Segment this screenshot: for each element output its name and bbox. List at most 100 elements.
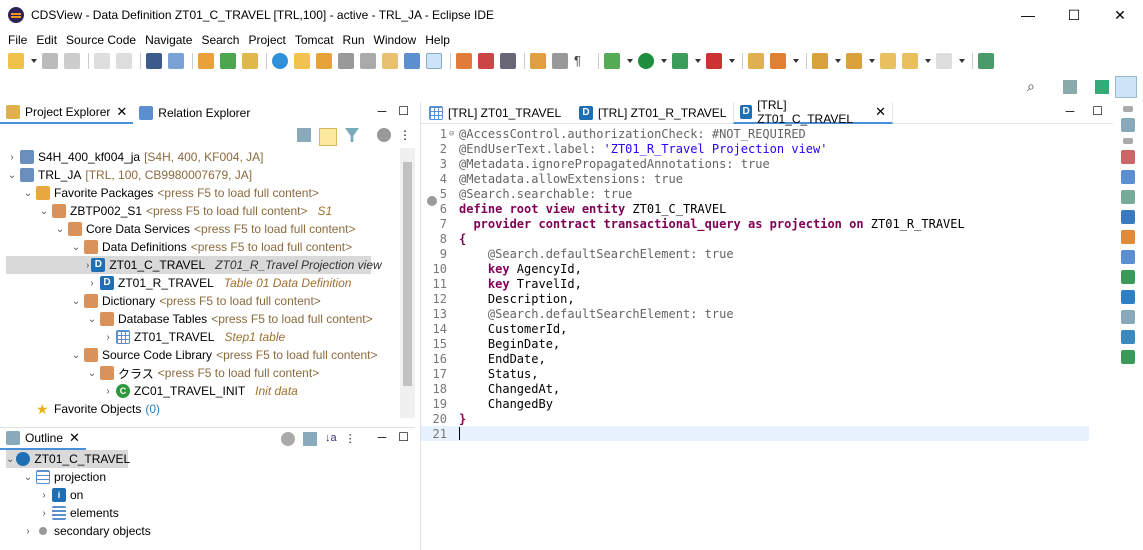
run-icon[interactable] bbox=[638, 53, 654, 69]
tree-row-cds[interactable]: ⌄ Core Data Services <press F5 to load fu… bbox=[6, 220, 399, 238]
explorer-scrollbar[interactable] bbox=[400, 148, 415, 418]
unit-test-icon[interactable] bbox=[1121, 290, 1135, 304]
outline-row-on[interactable]: › i on bbox=[6, 486, 415, 504]
outline-row-root[interactable]: ⌄ ZT01_C_TRAVEL bbox=[6, 450, 130, 468]
book-icon[interactable] bbox=[1121, 210, 1135, 224]
debug-icon[interactable] bbox=[604, 53, 620, 69]
undo-icon[interactable] bbox=[94, 53, 110, 69]
chevron-down-icon[interactable]: ⌄ bbox=[70, 350, 82, 361]
run-dropdown-icon[interactable] bbox=[660, 53, 668, 69]
tab-relation-explorer[interactable]: Relation Explorer bbox=[133, 102, 256, 124]
chevron-right-icon[interactable]: › bbox=[38, 508, 50, 519]
save-icon[interactable] bbox=[42, 53, 58, 69]
sort-icon[interactable]: ↓a bbox=[325, 432, 337, 446]
tree-row-ddl-c-travel[interactable]: › D ZT01_C_TRAVEL ZT01_R_Travel Projectio… bbox=[6, 256, 382, 274]
minimize-button[interactable]: — bbox=[1005, 0, 1051, 30]
code-editor[interactable]: 1 ⊖ @AccessControl.authorizationCheck: #NO… bbox=[421, 126, 1113, 441]
chevron-down-icon[interactable]: ⌄ bbox=[38, 206, 50, 217]
tree-row-data-definitions[interactable]: ⌄ Data Definitions <press F5 to load full… bbox=[6, 238, 399, 256]
prev-annotation-dropdown-icon[interactable] bbox=[868, 53, 876, 69]
tab-outline[interactable]: Outline ✕ bbox=[0, 428, 86, 450]
pilcrow-icon[interactable]: ¶ bbox=[574, 53, 590, 69]
menu-help[interactable]: Help bbox=[421, 33, 454, 47]
new-dropdown-icon[interactable] bbox=[30, 53, 38, 69]
collapse-all-icon[interactable] bbox=[303, 432, 317, 446]
minimize-view-icon[interactable]: ─ bbox=[1066, 104, 1075, 118]
external-tools-icon[interactable] bbox=[706, 53, 722, 69]
menu-search[interactable]: Search bbox=[197, 33, 243, 47]
transport-organizer-icon[interactable] bbox=[1121, 250, 1135, 264]
task-list-icon[interactable] bbox=[1121, 118, 1135, 132]
menu-window[interactable]: Window bbox=[370, 33, 421, 47]
restore-icon[interactable] bbox=[1123, 138, 1133, 144]
atc-icon[interactable] bbox=[1121, 270, 1135, 284]
chevron-right-icon[interactable]: › bbox=[102, 332, 114, 343]
minimize-view-icon[interactable]: ─ bbox=[378, 104, 387, 118]
chevron-right-icon[interactable]: › bbox=[6, 152, 18, 163]
print-icon[interactable] bbox=[360, 53, 376, 69]
debug-dropdown-icon[interactable] bbox=[626, 53, 634, 69]
more-icon[interactable]: ⋮ bbox=[399, 128, 411, 146]
maximize-view-icon[interactable]: ☐ bbox=[398, 104, 409, 118]
minimize-view-icon[interactable]: ─ bbox=[378, 430, 387, 444]
chevron-down-icon[interactable]: ⌄ bbox=[70, 296, 82, 307]
tree-row-source-code-library[interactable]: ⌄ Source Code Library <press F5 to load f… bbox=[6, 346, 399, 364]
compare-icon[interactable] bbox=[530, 53, 546, 69]
activate-all-icon[interactable] bbox=[316, 53, 332, 69]
abap-repo-icon[interactable] bbox=[220, 53, 236, 69]
menu-run[interactable]: Run bbox=[339, 33, 369, 47]
tree-icon[interactable] bbox=[404, 53, 420, 69]
transport-run-icon[interactable] bbox=[500, 53, 516, 69]
chevron-right-icon[interactable]: › bbox=[38, 490, 50, 501]
console-icon[interactable] bbox=[146, 53, 162, 69]
problems-icon[interactable] bbox=[1121, 150, 1135, 164]
transport-icon[interactable] bbox=[456, 53, 472, 69]
open-object-icon[interactable] bbox=[382, 53, 398, 69]
editor-tab-zt01-travel[interactable]: [TRL] ZT01_TRAVEL bbox=[421, 102, 571, 124]
tree-row-table[interactable]: › ZT01_TRAVEL Step1 table bbox=[6, 328, 399, 346]
collapse-all-icon[interactable] bbox=[297, 128, 311, 142]
pin-editor-icon[interactable] bbox=[978, 53, 994, 69]
tree-row-package[interactable]: ⌄ ZBTP002_S1 <press F5 to load full conte… bbox=[6, 202, 399, 220]
chevron-right-icon[interactable]: › bbox=[86, 260, 89, 271]
hide-fields-icon[interactable] bbox=[281, 432, 295, 446]
check-icon[interactable] bbox=[272, 53, 288, 69]
chevron-down-icon[interactable]: ⌄ bbox=[22, 472, 34, 483]
format-icon[interactable] bbox=[338, 53, 354, 69]
open-folder-icon[interactable] bbox=[748, 53, 764, 69]
next-annotation-dropdown-icon[interactable] bbox=[834, 53, 842, 69]
tree-row-database-tables[interactable]: ⌄ Database Tables <press F5 to load full … bbox=[6, 310, 399, 328]
chevron-right-icon[interactable]: › bbox=[86, 278, 98, 289]
next-annotation-icon[interactable] bbox=[812, 53, 828, 69]
delete-transport-icon[interactable] bbox=[478, 53, 494, 69]
scrollbar-thumb[interactable] bbox=[403, 162, 412, 386]
forward-dropdown-icon[interactable] bbox=[958, 53, 966, 69]
abap-project-icon[interactable] bbox=[198, 53, 214, 69]
prev-annotation-icon[interactable] bbox=[846, 53, 862, 69]
tree-row-favorite-packages[interactable]: ⌄ Favorite Packages <press F5 to load ful… bbox=[6, 184, 399, 202]
feed-reader-icon[interactable] bbox=[1121, 350, 1135, 364]
link-editor-icon[interactable] bbox=[319, 128, 337, 146]
tree-row-favorite-objects[interactable]: ★ Favorite Objects (0) bbox=[6, 400, 399, 418]
abap-perspective-icon[interactable] bbox=[1095, 80, 1109, 94]
filter-icon[interactable] bbox=[345, 128, 359, 142]
menu-project[interactable]: Project bbox=[244, 33, 289, 47]
close-button[interactable]: ✕ bbox=[1097, 0, 1143, 30]
properties-icon[interactable] bbox=[1121, 170, 1135, 184]
tree-row-trl[interactable]: ⌄ TRL_JA [TRL, 100, CB9980007679, JA] bbox=[6, 166, 399, 184]
run-config-dropdown-icon[interactable] bbox=[694, 53, 702, 69]
tree-row-s4h[interactable]: › S4H_400_kf004_ja [S4H, 400, KF004, JA] bbox=[6, 148, 399, 166]
open-perspective-icon[interactable] bbox=[1063, 80, 1077, 94]
history-icon[interactable] bbox=[1121, 310, 1135, 324]
templates-icon[interactable] bbox=[1121, 190, 1135, 204]
feed-icon[interactable] bbox=[1121, 230, 1135, 244]
tree-row-ddl-r-travel[interactable]: › D ZT01_R_TRAVEL Table 01 Data Definitio… bbox=[6, 274, 399, 292]
fold-icon[interactable]: ⊖ bbox=[449, 129, 459, 139]
search-icon[interactable]: ⌕ bbox=[1027, 78, 1035, 95]
view-menu-icon[interactable] bbox=[377, 128, 391, 142]
maximize-button[interactable]: ☐ bbox=[1051, 0, 1097, 30]
menu-tomcat[interactable]: Tomcat bbox=[291, 33, 338, 47]
console-view-icon[interactable] bbox=[1121, 330, 1135, 344]
run-config-icon[interactable] bbox=[672, 53, 688, 69]
menu-navigate[interactable]: Navigate bbox=[141, 33, 196, 47]
